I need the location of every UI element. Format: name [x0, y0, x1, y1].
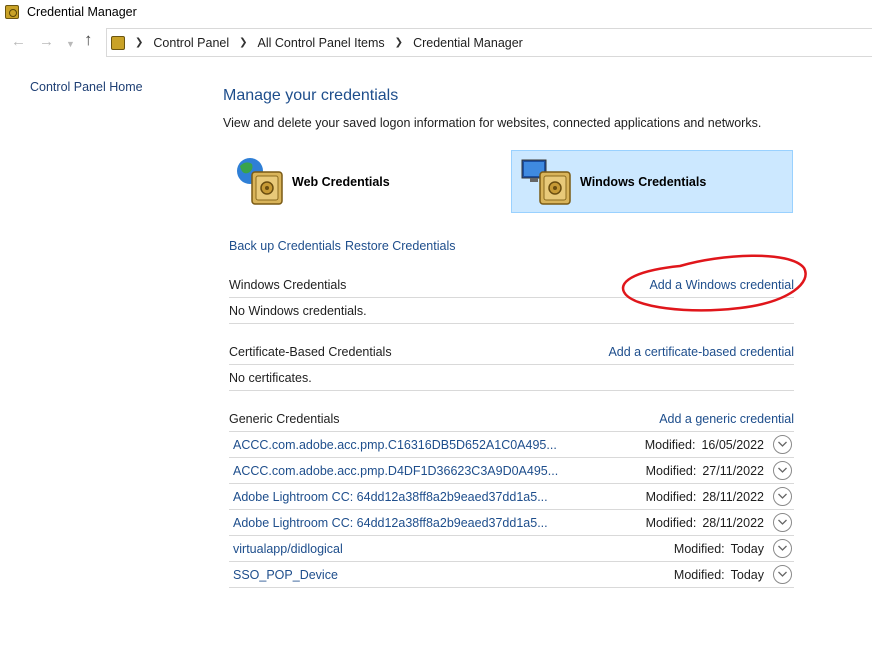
- credential-name: ACCC.com.adobe.acc.pmp.C16316DB5D652A1C0…: [233, 438, 557, 452]
- expand-chevron-icon[interactable]: [773, 435, 792, 454]
- empty-message: No certificates.: [229, 365, 794, 391]
- section-title: Certificate-Based Credentials: [229, 345, 392, 359]
- modified-date: Today: [730, 542, 764, 556]
- section-title: Generic Credentials: [229, 412, 340, 426]
- credential-manager-icon: [5, 5, 19, 19]
- credential-name: SSO_POP_Device: [233, 568, 338, 582]
- modified-date: Today: [730, 568, 764, 582]
- breadcrumb-control-panel[interactable]: Control Panel: [153, 36, 229, 50]
- windows-credentials-section: Windows Credentials Add a Windows creden…: [229, 272, 794, 324]
- credential-row[interactable]: Adobe Lightroom CC: 64dd12a38ff8a2b9eaed…: [229, 510, 794, 536]
- modified-date: 28/11/2022: [702, 490, 764, 504]
- modified-label: Modified:: [644, 438, 696, 452]
- web-credentials-vault-icon: [232, 154, 288, 210]
- navigation-bar: ← → ▼ ↑ ❯ Control Panel ❯ All Control Pa…: [0, 28, 872, 58]
- modified-date: 16/05/2022: [701, 438, 764, 452]
- section-header: Windows Credentials Add a Windows creden…: [229, 272, 794, 298]
- expand-chevron-icon[interactable]: [773, 487, 792, 506]
- expand-chevron-icon[interactable]: [773, 513, 792, 532]
- forward-arrow-icon[interactable]: →: [39, 34, 54, 50]
- section-header: Generic Credentials Add a generic creden…: [229, 406, 794, 432]
- web-credentials-label: Web Credentials: [292, 174, 390, 189]
- title-bar: Credential Manager: [0, 0, 872, 24]
- certificate-credentials-section: Certificate-Based Credentials Add a cert…: [229, 339, 794, 391]
- credential-row[interactable]: ACCC.com.adobe.acc.pmp.D4DF1D36623C3A9D0…: [229, 458, 794, 484]
- windows-credentials-vault-icon: [520, 154, 576, 210]
- expand-chevron-icon[interactable]: [773, 461, 792, 480]
- section-title: Windows Credentials: [229, 278, 347, 292]
- window-title: Credential Manager: [27, 5, 137, 19]
- back-arrow-icon[interactable]: ←: [11, 34, 26, 50]
- modified-label: Modified:: [645, 516, 697, 530]
- web-credentials-tile[interactable]: Web Credentials: [228, 150, 510, 213]
- credential-modified: Modified: Today: [674, 568, 764, 582]
- credential-row[interactable]: Adobe Lightroom CC: 64dd12a38ff8a2b9eaed…: [229, 484, 794, 510]
- credential-modified: Modified: 28/11/2022: [646, 516, 764, 530]
- generic-credentials-list: ACCC.com.adobe.acc.pmp.C16316DB5D652A1C0…: [229, 432, 794, 588]
- empty-message: No Windows credentials.: [229, 298, 794, 324]
- expand-chevron-icon[interactable]: [773, 539, 792, 558]
- modified-label: Modified:: [673, 542, 725, 556]
- expand-chevron-icon[interactable]: [773, 565, 792, 584]
- credential-name: Adobe Lightroom CC: 64dd12a38ff8a2b9eaed…: [233, 516, 548, 530]
- add-generic-credential-link[interactable]: Add a generic credential: [659, 412, 794, 426]
- breadcrumb-all-items[interactable]: All Control Panel Items: [258, 36, 385, 50]
- modified-date: 27/11/2022: [702, 464, 764, 478]
- control-panel-home-link[interactable]: Control Panel Home: [30, 80, 143, 94]
- address-location-icon: [111, 35, 125, 50]
- add-windows-credential-link[interactable]: Add a Windows credential: [649, 278, 794, 292]
- credential-modified: Modified: Today: [674, 542, 764, 556]
- breadcrumb-separator-icon[interactable]: ❯: [239, 37, 247, 48]
- credential-row[interactable]: virtualapp/didlogical Modified: Today: [229, 536, 794, 562]
- breadcrumb-separator-icon[interactable]: ❯: [395, 37, 403, 48]
- page-title: Manage your credentials: [223, 87, 399, 104]
- credential-row[interactable]: SSO_POP_Device Modified: Today: [229, 562, 794, 588]
- credential-name: ACCC.com.adobe.acc.pmp.D4DF1D36623C3A9D0…: [233, 464, 559, 478]
- back-up-credentials-link[interactable]: Back up Credentials: [229, 239, 341, 253]
- credential-modified: Modified: 28/11/2022: [646, 490, 764, 504]
- up-arrow-icon[interactable]: ↑: [84, 31, 93, 48]
- restore-credentials-link[interactable]: Restore Credentials: [345, 239, 455, 253]
- breadcrumb-separator-icon[interactable]: ❯: [135, 37, 143, 48]
- credential-row[interactable]: ACCC.com.adobe.acc.pmp.C16316DB5D652A1C0…: [229, 432, 794, 458]
- address-bar[interactable]: ❯ Control Panel ❯ All Control Panel Item…: [106, 28, 872, 57]
- section-header: Certificate-Based Credentials Add a cert…: [229, 339, 794, 365]
- credential-name: virtualapp/didlogical: [233, 542, 343, 556]
- credential-modified: Modified: 16/05/2022: [645, 438, 764, 452]
- modified-label: Modified:: [645, 490, 697, 504]
- modified-date: 28/11/2022: [702, 516, 764, 530]
- credential-name: Adobe Lightroom CC: 64dd12a38ff8a2b9eaed…: [233, 490, 548, 504]
- modified-label: Modified:: [673, 568, 725, 582]
- add-certificate-credential-link[interactable]: Add a certificate-based credential: [608, 345, 794, 359]
- generic-credentials-section: Generic Credentials Add a generic creden…: [229, 406, 794, 588]
- windows-credentials-tile[interactable]: Windows Credentials: [511, 150, 793, 213]
- breadcrumb-credential-manager[interactable]: Credential Manager: [413, 36, 523, 50]
- windows-credentials-label: Windows Credentials: [580, 174, 707, 189]
- credential-modified: Modified: 27/11/2022: [646, 464, 764, 478]
- modified-label: Modified:: [645, 464, 697, 478]
- recent-locations-chevron-icon[interactable]: ▼: [66, 36, 75, 52]
- page-description: View and delete your saved logon informa…: [223, 116, 762, 130]
